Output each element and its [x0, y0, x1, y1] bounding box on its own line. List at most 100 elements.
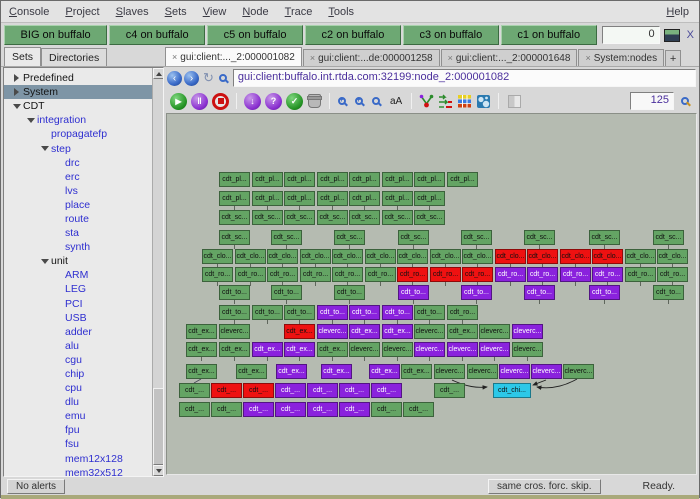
- graph-node[interactable]: cdt_...: [403, 402, 434, 417]
- sidebar-item-cpu[interactable]: cpu: [4, 381, 152, 395]
- graph-node[interactable]: cdt_sc...: [334, 230, 365, 245]
- graph-node[interactable]: cdt_ex...: [186, 364, 217, 379]
- sidebar-item-integration[interactable]: integration: [4, 113, 152, 127]
- document-tab[interactable]: ×gui:client:..._2:000001082: [165, 47, 302, 66]
- graph-node[interactable]: cleverc...: [349, 342, 380, 357]
- graph-node[interactable]: cleverc...: [512, 324, 543, 339]
- graph-node[interactable]: cleverc...: [479, 342, 510, 357]
- zoom-fit-icon[interactable]: +: [355, 97, 363, 105]
- graph-node[interactable]: cdt_clo...: [430, 249, 461, 264]
- graph-node[interactable]: cdt_sc...: [589, 230, 620, 245]
- console-tab[interactable]: c1 on buffalo: [501, 25, 597, 45]
- graph-node[interactable]: cleverc...: [382, 342, 413, 357]
- report-icon[interactable]: [508, 95, 521, 108]
- sidebar-item-usb[interactable]: USB: [4, 311, 152, 325]
- graph-view-icon[interactable]: [419, 94, 434, 109]
- retrace-down-icon[interactable]: [244, 93, 261, 110]
- graph-node[interactable]: cleverc...: [563, 364, 594, 379]
- graph-node[interactable]: cdt_ro...: [267, 267, 298, 282]
- graph-node[interactable]: cdt_sc...: [284, 210, 315, 225]
- graph-node[interactable]: cdt_to...: [398, 285, 429, 300]
- console-tab[interactable]: c2 on buffalo: [305, 25, 401, 45]
- tree-view-icon[interactable]: [438, 94, 453, 109]
- graph-node[interactable]: cdt_sc...: [653, 230, 684, 245]
- sidebar-item-cgu[interactable]: cgu: [4, 353, 152, 367]
- sidebar-item-sta[interactable]: sta: [4, 226, 152, 240]
- sidebar-item-drc[interactable]: drc: [4, 156, 152, 170]
- graph-node[interactable]: cdt_ex...: [219, 342, 250, 357]
- graph-node[interactable]: cdt_...: [339, 383, 370, 398]
- menu-item-tools[interactable]: Tools: [328, 6, 354, 18]
- graph-node[interactable]: cdt_...: [179, 402, 210, 417]
- graph-node[interactable]: cdt_to...: [349, 305, 380, 320]
- graph-node[interactable]: cdt_ro...: [527, 267, 558, 282]
- scroll-down-icon[interactable]: [153, 465, 164, 476]
- graph-node[interactable]: cdt_to...: [414, 305, 445, 320]
- graph-node[interactable]: cdt_pl...: [349, 172, 380, 187]
- graph-node[interactable]: cdt_sc...: [461, 230, 492, 245]
- graph-node[interactable]: cdt_clo...: [527, 249, 558, 264]
- graph-node[interactable]: cdt_sc...: [271, 230, 302, 245]
- graph-node[interactable]: cdt_ex...: [186, 324, 217, 339]
- graph-node[interactable]: cdt_clo...: [365, 249, 396, 264]
- pause-icon[interactable]: [191, 93, 208, 110]
- sidebar-item-cdt[interactable]: CDT: [4, 99, 152, 113]
- menu-item-view[interactable]: View: [203, 6, 227, 18]
- graph-node[interactable]: cdt_...: [211, 402, 242, 417]
- graph-node[interactable]: cdt_clo...: [267, 249, 298, 264]
- document-tab[interactable]: ×gui:client:..._2:000001648: [441, 49, 578, 66]
- add-tab-button[interactable]: +: [665, 50, 681, 66]
- graph-node[interactable]: cdt_clo...: [592, 249, 623, 264]
- graph-node[interactable]: cdt_pl...: [219, 191, 250, 206]
- zoom-out-icon[interactable]: [372, 97, 380, 105]
- sidebar-item-leg[interactable]: LEG: [4, 282, 152, 296]
- graph-node[interactable]: cdt_pl...: [252, 172, 283, 187]
- console-tab[interactable]: BIG on buffalo: [4, 25, 107, 45]
- graph-node[interactable]: cleverc...: [414, 324, 445, 339]
- zoom-tool-icon[interactable]: [681, 97, 689, 105]
- collapse-icon[interactable]: [10, 104, 23, 109]
- sidebar-item-pci[interactable]: PCI: [4, 297, 152, 311]
- sidebar-item-lvs[interactable]: lvs: [4, 184, 152, 198]
- console-tab[interactable]: c3 on buffalo: [403, 25, 499, 45]
- graph-node[interactable]: cdt_clo...: [397, 249, 428, 264]
- graph-node[interactable]: cdt_...: [275, 402, 306, 417]
- graph-node[interactable]: cdt_clo...: [462, 249, 493, 264]
- collapse-icon[interactable]: [24, 118, 37, 123]
- graph-node[interactable]: cdt_ro...: [447, 305, 478, 320]
- graph-node[interactable]: cdt_...: [434, 383, 465, 398]
- graph-node[interactable]: cdt_to...: [382, 305, 413, 320]
- menu-item-node[interactable]: Node: [242, 6, 268, 18]
- sidebar-item-synth[interactable]: synth: [4, 240, 152, 254]
- grid-view-icon[interactable]: [457, 94, 472, 109]
- graph-node[interactable]: cdt_clo...: [560, 249, 591, 264]
- graph-node[interactable]: cdt_...: [307, 383, 338, 398]
- graph-node[interactable]: cdt_to...: [653, 285, 684, 300]
- graph-node[interactable]: cdt_sc...: [349, 210, 380, 225]
- graph-node[interactable]: cdt_pl...: [284, 172, 315, 187]
- close-tab-icon[interactable]: ×: [585, 53, 590, 63]
- flow-graph-canvas[interactable]: cdt_pl...cdt_pl...cdt_pl...cdt_pl...cdt_…: [166, 113, 697, 475]
- sidebar-item-step[interactable]: step: [4, 141, 152, 155]
- sidebar-item-erc[interactable]: erc: [4, 170, 152, 184]
- menu-item-sets[interactable]: Sets: [165, 6, 187, 18]
- sidebar-item-chip[interactable]: chip: [4, 367, 152, 381]
- graph-node[interactable]: cdt_to...: [219, 285, 250, 300]
- document-tab[interactable]: ×System:nodes: [578, 49, 664, 66]
- menu-item-project[interactable]: Project: [65, 6, 99, 18]
- graph-node[interactable]: cleverc...: [317, 324, 348, 339]
- graph-node[interactable]: cdt_to...: [219, 305, 250, 320]
- graph-node[interactable]: cdt_ro...: [300, 267, 331, 282]
- graph-node[interactable]: cleverc...: [434, 364, 465, 379]
- graph-node[interactable]: cdt_ex...: [447, 324, 478, 339]
- stop-icon[interactable]: [212, 93, 229, 110]
- forward-icon[interactable]: ›: [184, 71, 199, 86]
- console-tab[interactable]: c5 on buffalo: [207, 25, 303, 45]
- zoom-in-icon[interactable]: +: [338, 97, 346, 105]
- graph-node[interactable]: cdt_clo...: [657, 249, 688, 264]
- no-alerts-button[interactable]: No alerts: [7, 479, 65, 494]
- collapse-icon[interactable]: [38, 146, 51, 151]
- graph-node[interactable]: cdt_to...: [252, 305, 283, 320]
- graph-node[interactable]: cleverc...: [479, 324, 510, 339]
- graph-node[interactable]: cdt_ro...: [462, 267, 493, 282]
